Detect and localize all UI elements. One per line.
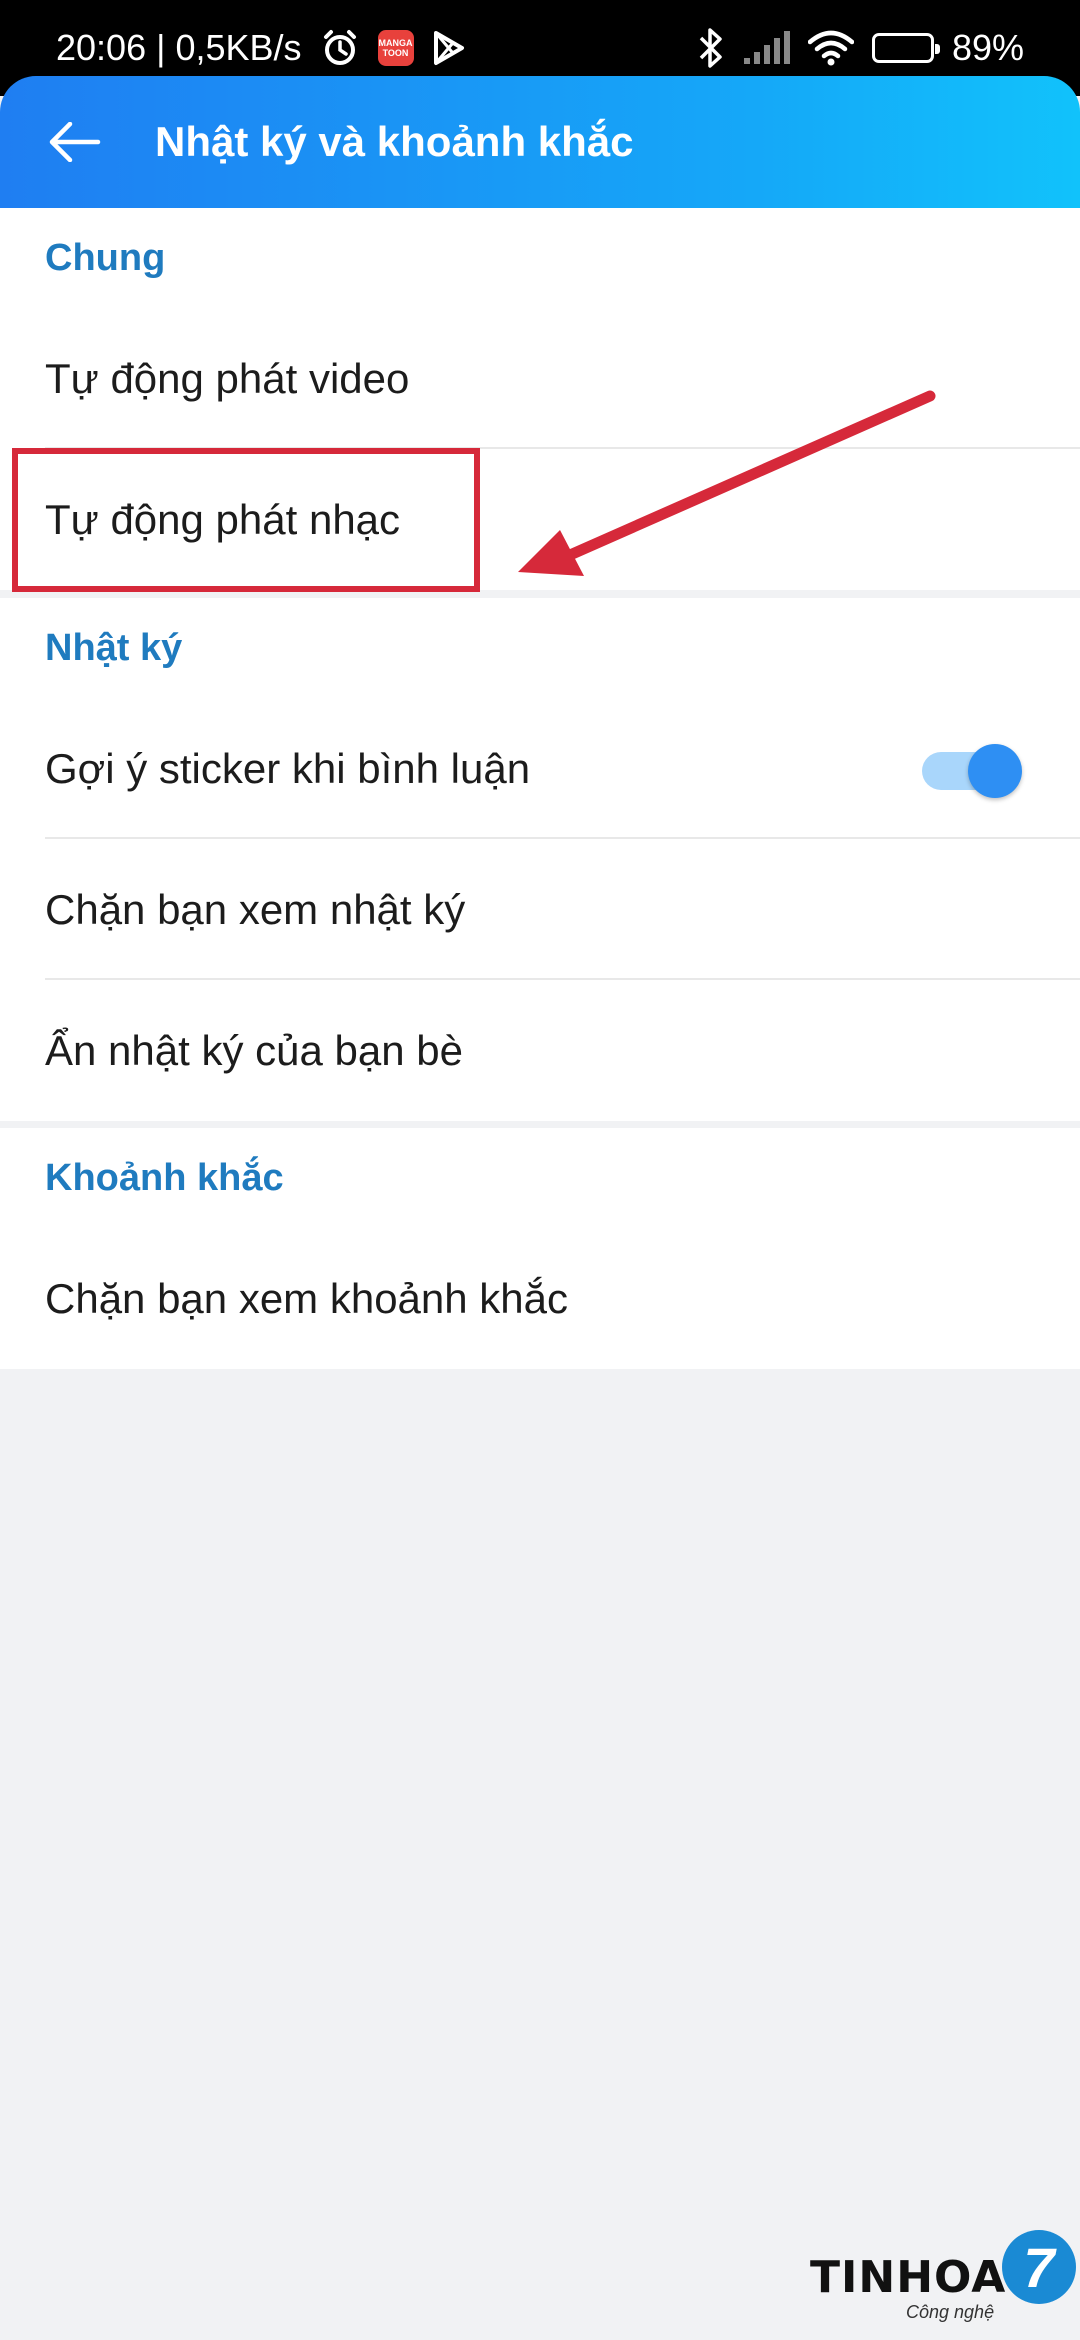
- setting-label: Gợi ý sticker khi bình luận: [45, 744, 531, 792]
- watermark-brand: TINHOA: [810, 2252, 1007, 2303]
- setting-sticker-suggestion[interactable]: Gợi ý sticker khi bình luận: [0, 698, 1080, 839]
- section-moments: Khoảnh khắc Chặn bạn xem khoảnh khắc: [0, 1128, 1080, 1369]
- toggle-thumb: [968, 743, 1022, 798]
- watermark-number: 7: [1002, 2230, 1076, 2304]
- setting-hide-friends-diary[interactable]: Ẩn nhật ký của bạn bè: [0, 980, 1080, 1121]
- setting-label: Ẩn nhật ký của bạn bè: [45, 1026, 463, 1074]
- annotation-arrow-icon: [518, 390, 936, 576]
- section-title-moments: Khoảnh khắc: [45, 1156, 284, 1199]
- setting-label: Chặn bạn xem khoảnh khắc: [45, 1274, 569, 1322]
- setting-block-friends-moments[interactable]: Chặn bạn xem khoảnh khắc: [0, 1228, 1080, 1369]
- watermark-tagline: Công nghệ: [906, 2302, 995, 2322]
- tinhoa-watermark-logo: TINHOA Công nghệ 7: [810, 2230, 1080, 2340]
- sticker-suggestion-toggle[interactable]: [922, 743, 1022, 798]
- setting-block-friends-diary[interactable]: Chặn bạn xem nhật ký: [0, 839, 1080, 980]
- setting-label: Chặn bạn xem nhật ký: [45, 885, 466, 933]
